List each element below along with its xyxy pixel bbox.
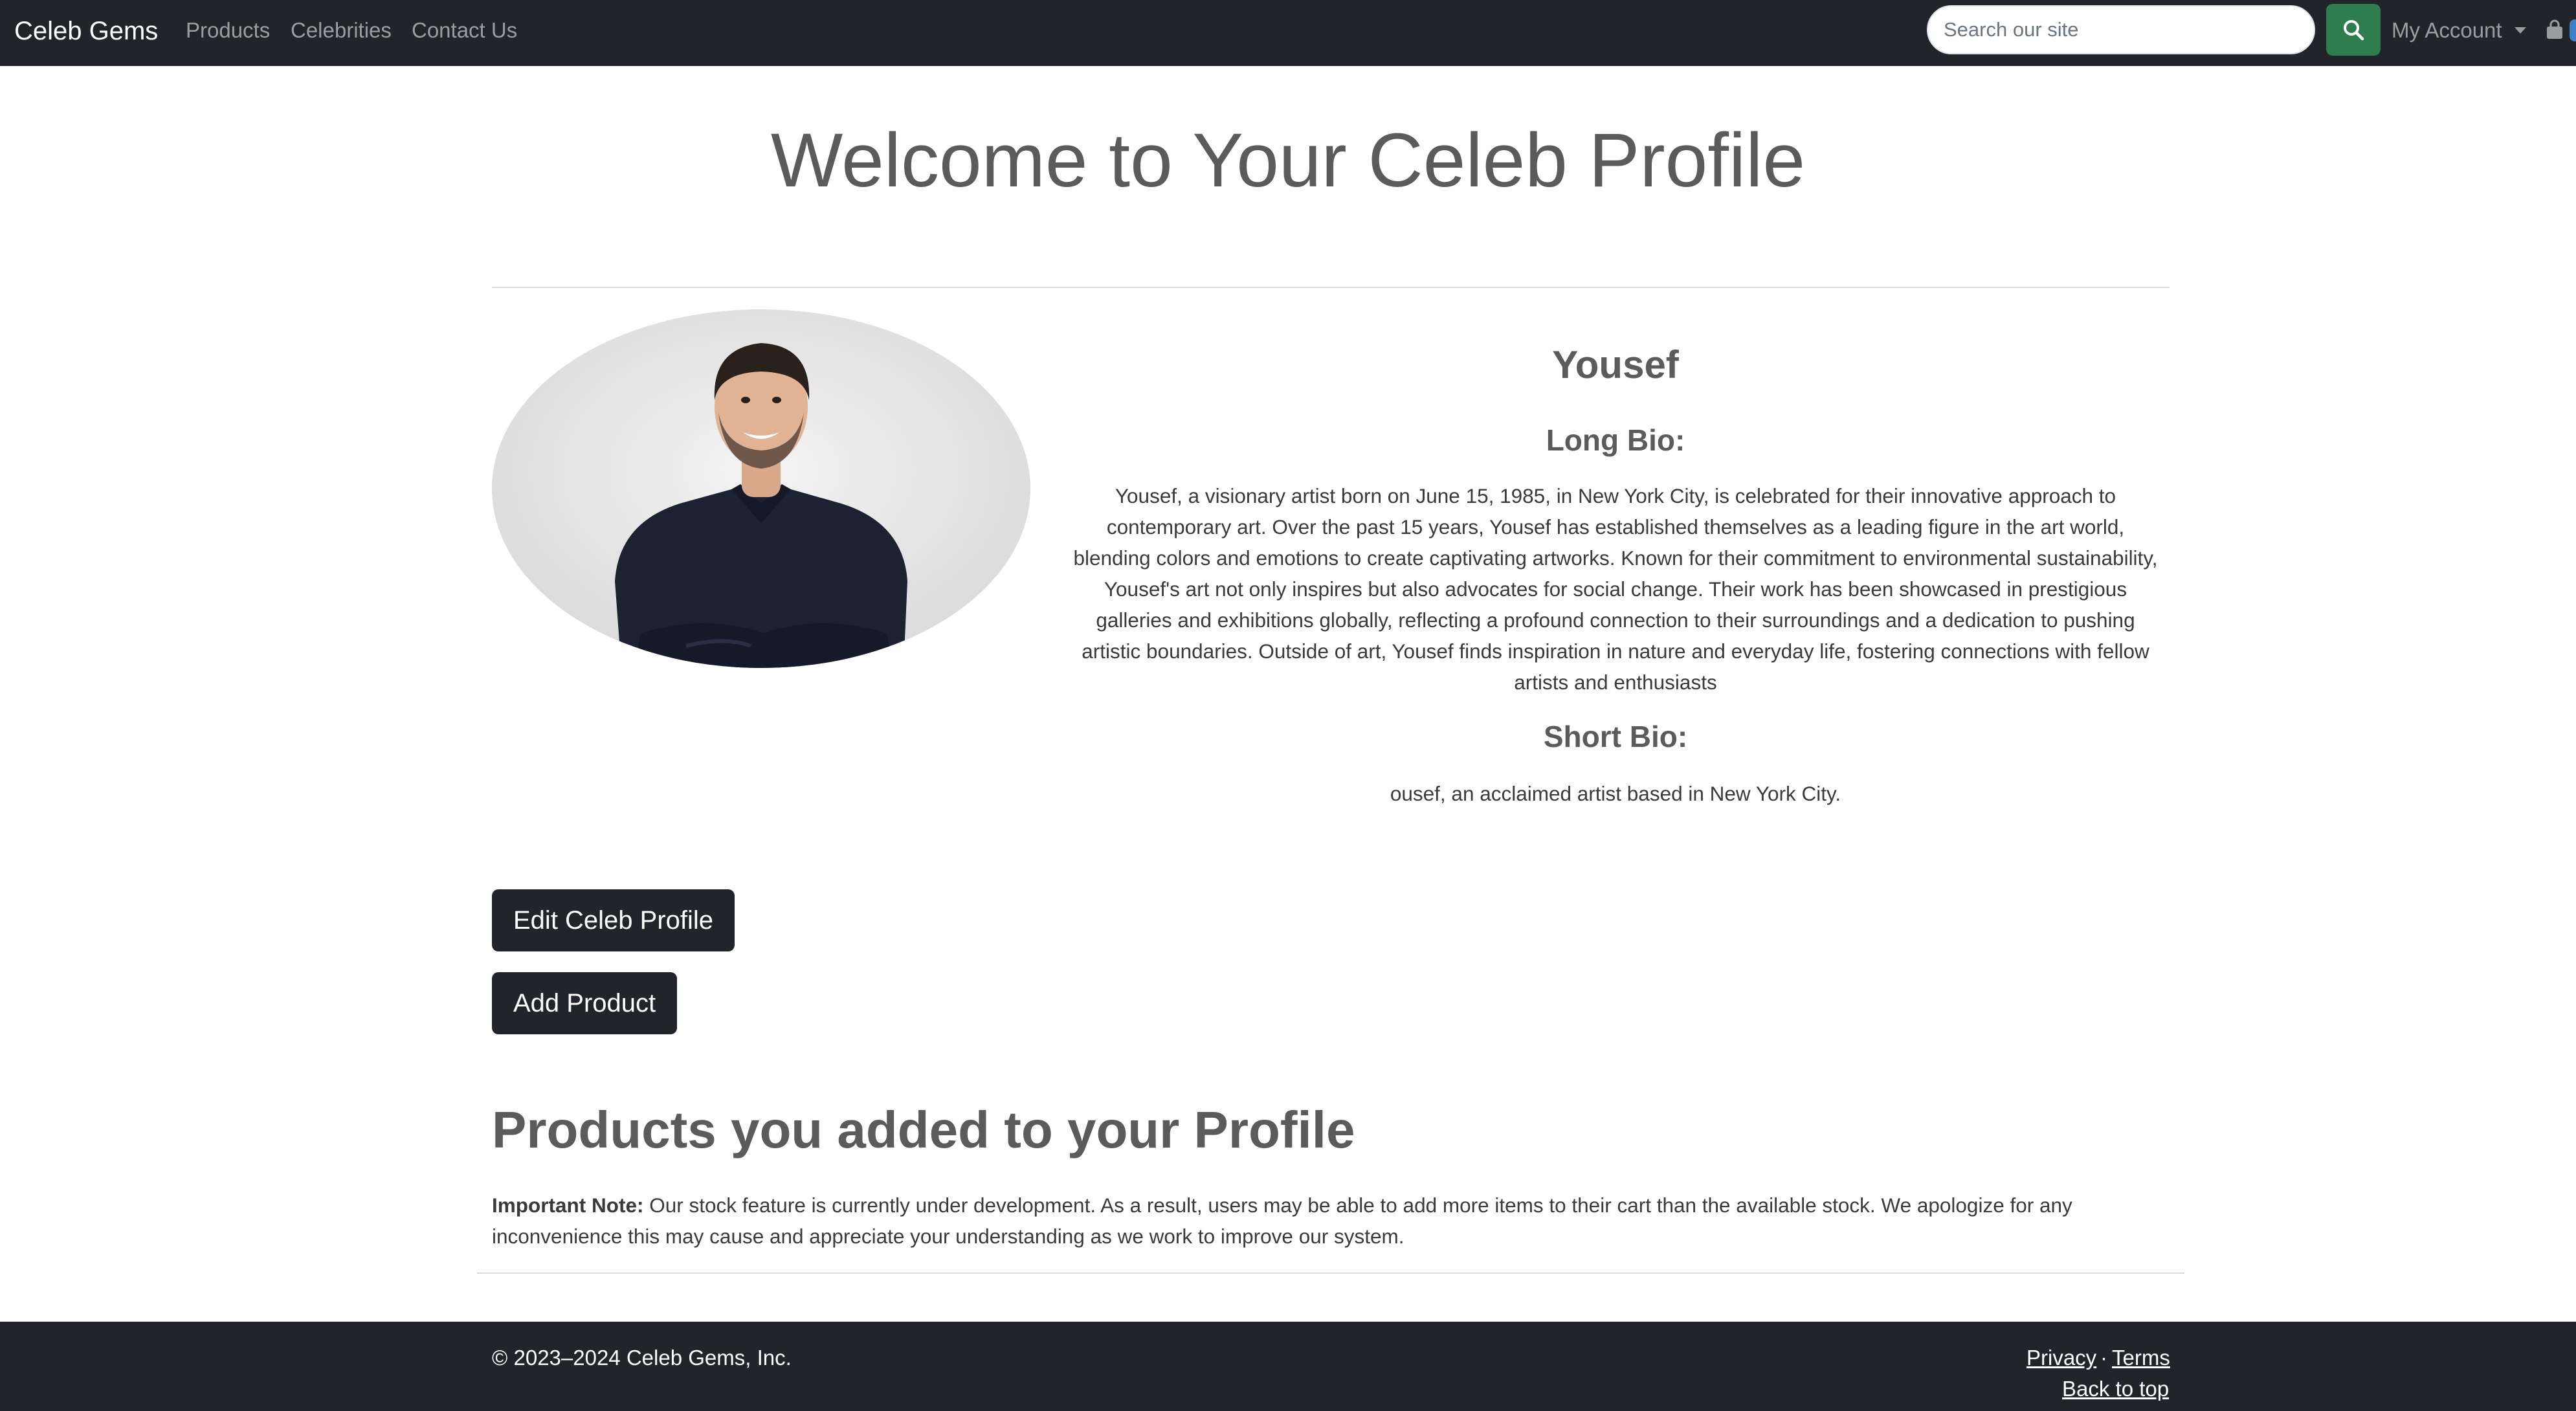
short-bio-text: ousef, an acclaimed artist based in New …	[1390, 782, 1841, 805]
search-icon	[2344, 20, 2364, 41]
page-title: Welcome to Your Celeb Profile	[770, 118, 1806, 203]
search-input[interactable]	[1927, 5, 2315, 54]
nav-link-products[interactable]: Products	[186, 17, 270, 43]
stock-note: Important Note: Our stock feature is cur…	[492, 1190, 2175, 1252]
profile-photo	[492, 309, 1030, 668]
add-product-button[interactable]: Add Product	[492, 972, 678, 1034]
privacy-link[interactable]: Privacy	[2026, 1344, 2096, 1372]
copyright-text: © 2023–2024 Celeb Gems, Inc.	[492, 1346, 792, 1370]
divider	[477, 1272, 2184, 1274]
divider	[492, 287, 2170, 288]
terms-link[interactable]: Terms	[2112, 1344, 2170, 1372]
products-section-title: Products you added to your Profile	[492, 1101, 1355, 1159]
footer	[0, 1322, 2576, 1411]
cart-count-badge[interactable]	[2570, 19, 2576, 41]
nav-link-contact-us[interactable]: Contact Us	[412, 17, 517, 43]
chevron-down-icon[interactable]	[2515, 27, 2526, 34]
celeb-name: Yousef	[1552, 343, 1679, 386]
short-bio-heading: Short Bio:	[1543, 720, 1688, 753]
footer-separator: ·	[2100, 1346, 2107, 1370]
search-button[interactable]	[2326, 4, 2381, 56]
edit-celeb-profile-button[interactable]: Edit Celeb Profile	[492, 889, 735, 951]
my-account-dropdown[interactable]: My Account	[2392, 17, 2502, 43]
top-navbar: Celeb Gems Products Celebrities Contact …	[0, 0, 2576, 66]
back-to-top-link[interactable]: Back to top	[2062, 1375, 2169, 1403]
shopping-bag-icon[interactable]	[2545, 19, 2564, 40]
long-bio-text: Yousef, a visionary artist born on June …	[1073, 484, 2158, 694]
note-label: Important Note:	[492, 1194, 644, 1217]
note-text: Our stock feature is currently under dev…	[492, 1194, 2072, 1248]
long-bio-heading: Long Bio:	[1546, 423, 1685, 457]
celeb-avatar	[492, 309, 1030, 668]
nav-link-celebrities[interactable]: Celebrities	[291, 17, 392, 43]
brand-link[interactable]: Celeb Gems	[14, 16, 158, 47]
